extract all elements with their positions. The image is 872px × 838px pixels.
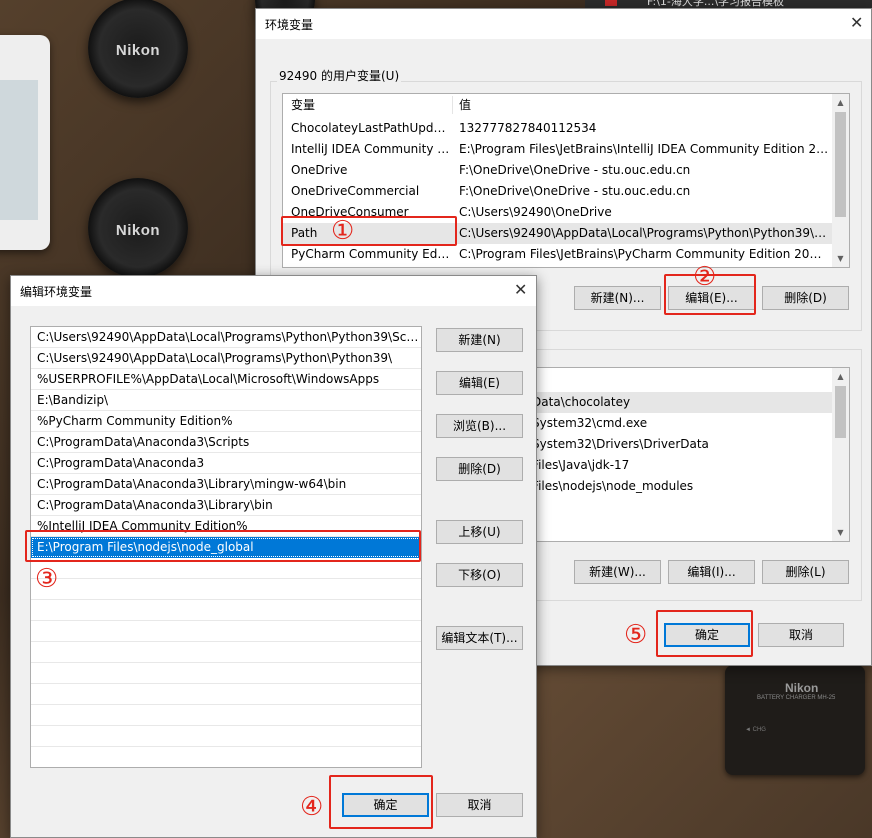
annotation-step-5: ⑤ [624, 620, 648, 650]
user-variables-list[interactable]: 变量 值 ChocolateyLastPathUpdate 13277782784… [282, 93, 850, 268]
user-variables-label: 92490 的用户变量(U) [277, 67, 402, 84]
scroll-thumb[interactable] [835, 112, 846, 217]
path-entry[interactable]: C:\ProgramData\Anaconda3\Library\bin [31, 495, 421, 516]
variable-value: \System32\cmd.exe [528, 416, 648, 430]
path-move-up-button[interactable]: 上移(U) [436, 520, 523, 544]
variable-name: IntelliJ IDEA Community E... [291, 142, 451, 156]
path-entry[interactable]: C:\Users\92490\AppData\Local\Programs\Py… [31, 348, 421, 369]
path-move-down-button[interactable]: 下移(O) [436, 563, 523, 587]
env-titlebar: 环境变量 ✕ [256, 9, 871, 39]
user-variable-row[interactable]: IntelliJ IDEA Community E... E:\Program F… [283, 139, 832, 160]
annotation-step-3: ③ [35, 564, 59, 594]
scroll-down-arrow-icon[interactable]: ▼ [832, 524, 849, 541]
variable-value: \System32\Drivers\DriverData [528, 437, 709, 451]
row-divider [31, 683, 421, 684]
edit-env-variable-window: 编辑环境变量 ✕ C:\Users\92490\AppData\Local\Pr… [10, 275, 537, 838]
lens-brand-label: Nikon [115, 42, 161, 59]
variable-value: F:\OneDrive\OneDrive - stu.ouc.edu.cn [459, 184, 691, 198]
pdf-icon [605, 0, 617, 6]
system-delete-button[interactable]: 删除(L) [762, 560, 849, 584]
variable-value: C:\Users\92490\OneDrive [459, 205, 612, 219]
edit-ok-button[interactable]: 确定 [342, 793, 429, 817]
variable-value: \Files\nodejs\node_modules [528, 479, 694, 493]
path-entry[interactable]: %PyCharm Community Edition% [31, 411, 421, 432]
charger-brand-label: Nikon [785, 681, 819, 695]
variable-name: ChocolateyLastPathUpdate [291, 121, 451, 135]
env-window-title: 环境变量 [265, 18, 314, 32]
col-header-variable[interactable]: 变量 [291, 94, 315, 116]
path-delete-button[interactable]: 删除(D) [436, 457, 523, 481]
env-ok-button[interactable]: 确定 [664, 623, 750, 647]
path-browse-button[interactable]: 浏览(B)... [436, 414, 523, 438]
scroll-up-arrow-icon[interactable]: ▲ [832, 368, 849, 385]
variable-value: E:\Program Files\JetBrains\IntelliJ IDEA… [459, 142, 829, 156]
variable-name: OneDrive [291, 163, 348, 177]
path-entry[interactable]: E:\Program Files\nodejs\node_global [31, 537, 421, 558]
variable-value: F:\OneDrive\OneDrive - stu.ouc.edu.cn [459, 163, 691, 177]
path-entry[interactable]: C:\ProgramData\Anaconda3\Library\mingw-w… [31, 474, 421, 495]
variable-value: 132777827840112534 [459, 121, 597, 135]
user-variable-row[interactable]: OneDrive F:\OneDrive\OneDrive - stu.ouc.e… [283, 160, 832, 181]
camera-lens-cap: Nikon [88, 178, 188, 278]
edit-titlebar: 编辑环境变量 ✕ [11, 276, 536, 306]
charger-small-label: ◄ CHG [745, 727, 766, 733]
scroll-up-arrow-icon[interactable]: ▲ [832, 94, 849, 111]
row-divider [31, 767, 421, 768]
system-edit-button[interactable]: 编辑(I)... [668, 560, 755, 584]
user-delete-button[interactable]: 删除(D) [762, 286, 849, 310]
battery-charger: Nikon BATTERY CHARGER MH-25 ◄ CHG [725, 665, 865, 775]
close-icon[interactable]: ✕ [850, 13, 863, 33]
user-variable-row[interactable]: OneDriveCommercial F:\OneDrive\OneDrive -… [283, 181, 832, 202]
path-entry[interactable]: E:\Bandizip\ [31, 390, 421, 411]
path-entry[interactable]: %USERPROFILE%\AppData\Local\Microsoft\Wi… [31, 369, 421, 390]
phone [0, 35, 50, 250]
row-divider [31, 620, 421, 621]
path-entry[interactable]: C:\ProgramData\Anaconda3 [31, 453, 421, 474]
col-header-value[interactable]: 值 [459, 94, 471, 116]
path-entry[interactable]: %IntelliJ IDEA Community Edition% [31, 516, 421, 537]
path-entry[interactable]: C:\ProgramData\Anaconda3\Scripts [31, 432, 421, 453]
row-divider [31, 599, 421, 600]
system-new-button[interactable]: 新建(W)... [574, 560, 661, 584]
edit-window-title: 编辑环境变量 [20, 285, 93, 299]
camera-lens-cap: Nikon [88, 0, 188, 98]
path-edit-button[interactable]: 编辑(E) [436, 371, 523, 395]
variable-value: \Files\Java\jdk-17 [528, 458, 630, 472]
path-edit-text-button[interactable]: 编辑文本(T)... [436, 626, 523, 650]
scroll-thumb[interactable] [835, 386, 846, 438]
close-icon[interactable]: ✕ [514, 280, 527, 300]
variable-name: Path [291, 226, 318, 240]
system-list-scrollbar[interactable]: ▲ ▼ [832, 368, 849, 541]
user-variable-row[interactable]: PyCharm Community Editi... C:\Program Fil… [283, 244, 832, 265]
row-divider [31, 704, 421, 705]
row-divider [31, 746, 421, 747]
user-new-button[interactable]: 新建(N)... [574, 286, 661, 310]
lens-brand-label: Nikon [115, 222, 161, 239]
edit-cancel-button[interactable]: 取消 [436, 793, 523, 817]
row-divider [31, 578, 421, 579]
user-variable-row[interactable]: OneDriveConsumer C:\Users\92490\OneDrive [283, 202, 832, 223]
user-list-scrollbar[interactable]: ▲ ▼ [832, 94, 849, 267]
path-new-button[interactable]: 新建(N) [436, 328, 523, 352]
path-list[interactable]: C:\Users\92490\AppData\Local\Programs\Py… [30, 326, 422, 768]
annotation-step-1: ① [331, 216, 355, 246]
annotation-step-4: ④ [300, 792, 324, 822]
variable-value: C:\Users\92490\AppData\Local\Programs\Py… [459, 226, 829, 240]
env-cancel-button[interactable]: 取消 [758, 623, 844, 647]
row-divider [31, 641, 421, 642]
user-variable-row[interactable]: Path C:\Users\92490\AppData\Local\Program… [283, 223, 832, 244]
scroll-down-arrow-icon[interactable]: ▼ [832, 250, 849, 267]
path-entry[interactable]: C:\Users\92490\AppData\Local\Programs\Py… [31, 327, 421, 348]
variable-value: \Data\chocolatey [528, 395, 631, 409]
user-variable-row[interactable]: ChocolateyLastPathUpdate 1327778278401125… [283, 118, 832, 139]
variable-name: OneDriveConsumer [291, 205, 409, 219]
row-divider [31, 725, 421, 726]
column-divider [452, 96, 453, 114]
variable-name: OneDriveCommercial [291, 184, 420, 198]
variable-name: PyCharm Community Editi... [291, 247, 451, 261]
variable-value: C:\Program Files\JetBrains\PyCharm Commu… [459, 247, 829, 261]
row-divider [31, 662, 421, 663]
charger-model-label: BATTERY CHARGER MH-25 [757, 695, 836, 701]
annotation-step-2: ② [693, 262, 717, 292]
